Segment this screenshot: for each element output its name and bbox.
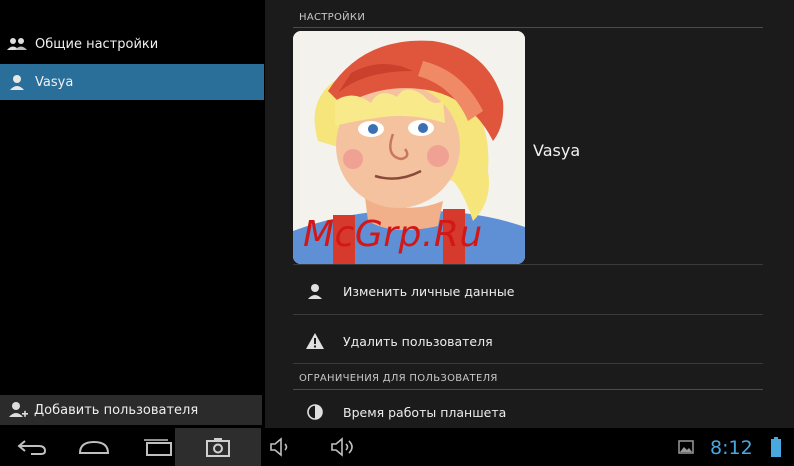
users-group-icon bbox=[7, 34, 27, 54]
home-button[interactable] bbox=[74, 428, 114, 466]
divider bbox=[293, 389, 763, 390]
back-button[interactable] bbox=[12, 428, 52, 466]
status-clock: 8:12 bbox=[710, 437, 753, 459]
volume-up-button[interactable] bbox=[328, 428, 358, 466]
delete-user-label: Удалить пользователя bbox=[343, 333, 493, 349]
watermark-text: McGrp.Ru bbox=[303, 214, 483, 255]
screenshot-button[interactable] bbox=[175, 428, 261, 466]
image-icon bbox=[678, 440, 694, 454]
divider bbox=[293, 363, 763, 364]
add-user-icon bbox=[8, 400, 28, 420]
sidebar-item-general-settings[interactable]: Общие настройки bbox=[0, 26, 264, 62]
camera-icon bbox=[206, 438, 230, 457]
restrictions-section-header: ОГРАНИЧЕНИЯ ДЛЯ ПОЛЬЗОВАТЕЛЯ bbox=[299, 373, 498, 384]
sidebar-item-vasya[interactable]: Vasya bbox=[0, 64, 264, 100]
home-icon bbox=[78, 440, 110, 454]
settings-section-header: НАСТРОЙКИ bbox=[299, 12, 366, 23]
add-user-button[interactable]: Добавить пользователя bbox=[0, 395, 262, 425]
edit-personal-data-item[interactable]: Изменить личные данные bbox=[305, 279, 745, 303]
user-icon bbox=[305, 281, 325, 301]
add-user-label: Добавить пользователя bbox=[34, 402, 199, 418]
user-sidebar: Общие настройки Vasya Добавить пользоват… bbox=[0, 0, 265, 428]
tablet-time-label: Время работы планшета bbox=[343, 404, 507, 420]
divider bbox=[293, 264, 763, 265]
battery-icon bbox=[771, 437, 781, 457]
sidebar-item-label: Общие настройки bbox=[35, 36, 159, 52]
timer-icon bbox=[305, 402, 325, 422]
gallery-notification[interactable] bbox=[676, 428, 696, 466]
recent-apps-icon bbox=[144, 439, 172, 456]
delete-user-item[interactable]: Удалить пользователя bbox=[305, 329, 745, 353]
battery-indicator bbox=[768, 428, 784, 466]
divider bbox=[293, 314, 763, 315]
edit-personal-data-label: Изменить личные данные bbox=[343, 283, 515, 299]
profile-name: Vasya bbox=[533, 141, 581, 160]
tablet-time-item[interactable]: Время работы планшета bbox=[305, 400, 745, 424]
volume-up-icon bbox=[331, 437, 353, 457]
recent-apps-button[interactable] bbox=[138, 428, 178, 466]
divider bbox=[293, 27, 763, 28]
user-icon bbox=[7, 72, 27, 92]
volume-down-button[interactable] bbox=[268, 428, 294, 466]
system-navigation-bar bbox=[0, 428, 794, 466]
warning-icon bbox=[305, 331, 325, 351]
volume-down-icon bbox=[270, 437, 288, 457]
sidebar-item-label: Vasya bbox=[35, 74, 74, 90]
back-icon bbox=[17, 440, 47, 455]
